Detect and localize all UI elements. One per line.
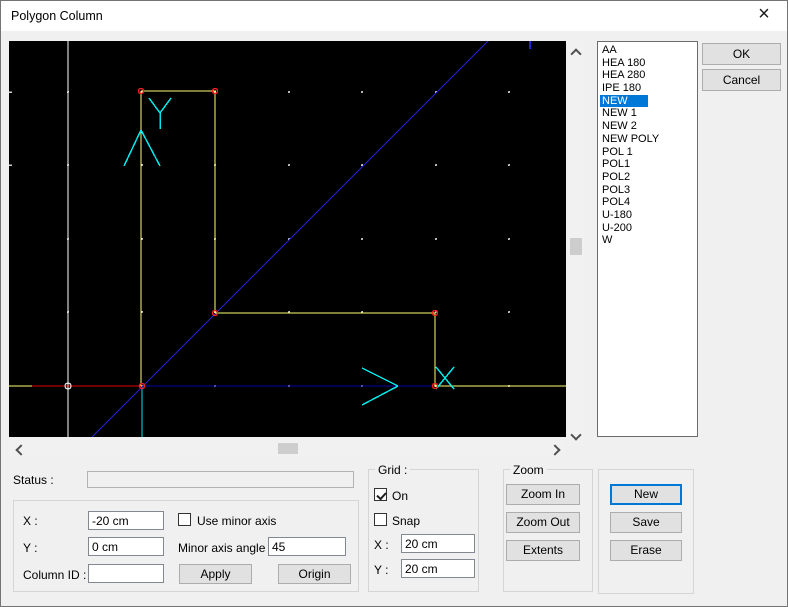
grid-group-title: Grid : xyxy=(375,463,410,477)
minor-axis-angle-label: Minor axis angle : xyxy=(178,541,272,555)
list-item[interactable]: AA xyxy=(598,44,697,57)
list-item[interactable]: HEA 180 xyxy=(598,57,697,70)
vertical-scroll-thumb[interactable] xyxy=(570,238,582,255)
grid-y-label: Y : xyxy=(374,563,388,577)
origin-button[interactable]: Origin xyxy=(278,564,351,584)
drawing-canvas[interactable] xyxy=(9,41,566,437)
list-item[interactable]: NEW POLY xyxy=(598,133,697,146)
new-button[interactable]: New xyxy=(610,484,682,505)
list-item[interactable]: POL4 xyxy=(598,196,697,209)
grid-snap-checkbox[interactable] xyxy=(374,513,387,526)
polygon-column-dialog: Polygon Column × AAHEA 180HEA 280IPE 180… xyxy=(0,0,788,607)
zoom-out-button[interactable]: Zoom Out xyxy=(506,512,580,533)
minor-axis-angle-input[interactable] xyxy=(268,537,346,556)
grid-on-label: On xyxy=(392,489,408,503)
section-listbox[interactable]: AAHEA 180HEA 280IPE 180NEWNEW 1NEW 2NEW … xyxy=(597,41,698,437)
close-button[interactable]: × xyxy=(746,1,782,31)
list-item[interactable]: NEW 1 xyxy=(598,107,697,120)
column-id-input[interactable] xyxy=(88,564,164,583)
list-item[interactable]: U-180 xyxy=(598,209,697,222)
zoom-extents-button[interactable]: Extents xyxy=(506,540,580,561)
zoom-group-title: Zoom xyxy=(510,463,547,477)
grid-dot xyxy=(435,238,437,240)
list-item[interactable]: U-200 xyxy=(598,222,697,235)
list-item[interactable]: HEA 280 xyxy=(598,69,697,82)
status-box xyxy=(87,471,354,488)
list-item[interactable]: W xyxy=(598,234,697,247)
grid-on-checkbox[interactable] xyxy=(374,488,387,501)
use-minor-axis-label: Use minor axis xyxy=(197,514,276,528)
apply-button[interactable]: Apply xyxy=(179,564,252,584)
save-button[interactable]: Save xyxy=(610,512,682,533)
zoom-in-button[interactable]: Zoom In xyxy=(506,484,580,505)
grid-x-input[interactable] xyxy=(401,534,475,553)
grid-dot xyxy=(361,238,363,240)
grid-y-input[interactable] xyxy=(401,559,475,578)
horizontal-scroll-thumb[interactable] xyxy=(278,443,298,454)
status-label: Status : xyxy=(13,473,54,487)
dialog-title: Polygon Column xyxy=(11,1,103,31)
erase-button[interactable]: Erase xyxy=(610,540,682,561)
titlebar: Polygon Column × xyxy=(1,1,787,31)
list-item[interactable]: POL3 xyxy=(598,184,697,197)
x-input[interactable] xyxy=(88,511,164,530)
list-item[interactable]: IPE 180 xyxy=(598,82,697,95)
grid-snap-label: Snap xyxy=(392,514,420,528)
grid-dot xyxy=(288,164,290,166)
cancel-button[interactable]: Cancel xyxy=(702,69,781,91)
list-item[interactable]: POL 1 xyxy=(598,146,697,159)
grid-dot xyxy=(508,91,510,93)
use-minor-axis-checkbox[interactable] xyxy=(178,513,191,526)
close-icon: × xyxy=(758,3,770,25)
ok-button[interactable]: OK xyxy=(702,43,781,65)
list-item[interactable]: POL2 xyxy=(598,171,697,184)
grid-dot xyxy=(361,91,363,93)
y-input[interactable] xyxy=(88,537,164,556)
list-item[interactable]: NEW xyxy=(598,95,697,108)
list-item[interactable]: POL1 xyxy=(598,158,697,171)
column-id-label: Column ID : xyxy=(23,568,86,582)
grid-dot xyxy=(508,311,510,313)
grid-dot xyxy=(435,164,437,166)
grid-dot xyxy=(508,238,510,240)
x-label: X : xyxy=(23,514,38,528)
y-label: Y : xyxy=(23,541,37,555)
grid-x-label: X : xyxy=(374,538,389,552)
list-item[interactable]: NEW 2 xyxy=(598,120,697,133)
grid-dot xyxy=(288,91,290,93)
canvas-background xyxy=(9,41,566,437)
grid-dot xyxy=(508,164,510,166)
